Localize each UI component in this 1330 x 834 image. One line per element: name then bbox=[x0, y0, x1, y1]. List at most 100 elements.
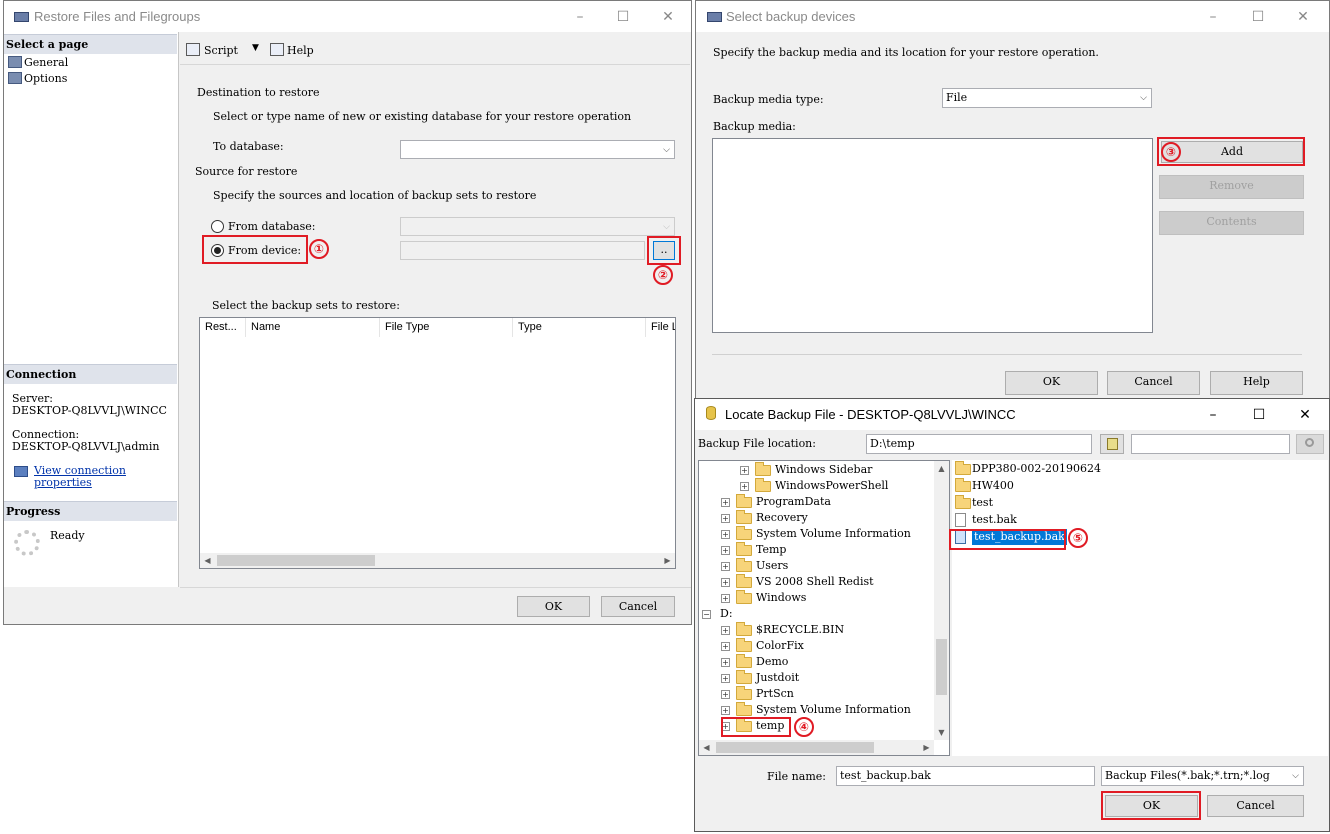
folder-icon bbox=[736, 526, 752, 540]
contents-button[interactable]: Contents bbox=[1159, 211, 1304, 235]
tree-item[interactable]: + ProgramData bbox=[699, 494, 934, 510]
expand-icon[interactable]: + bbox=[721, 514, 730, 523]
tree-item[interactable]: + Users bbox=[699, 558, 934, 574]
search-input[interactable] bbox=[1131, 434, 1290, 454]
help-icon bbox=[270, 43, 284, 56]
restore-ok-button[interactable]: OK bbox=[517, 596, 590, 617]
annotation-box-1 bbox=[202, 235, 308, 264]
tree-item[interactable]: + Demo bbox=[699, 654, 934, 670]
expand-icon[interactable]: + bbox=[721, 562, 730, 571]
expand-icon[interactable]: + bbox=[721, 706, 730, 715]
scroll-thumb[interactable] bbox=[217, 555, 375, 566]
from-database-radio[interactable] bbox=[211, 220, 224, 233]
file-list-label: test.bak bbox=[972, 513, 1017, 526]
tree-item[interactable]: + Temp bbox=[699, 542, 934, 558]
tree-item[interactable]: + System Volume Information bbox=[699, 702, 934, 718]
tree-vertical-scrollbar[interactable]: ▲ ▼ bbox=[934, 461, 949, 740]
tree-item[interactable]: + WindowsPowerShell bbox=[699, 478, 934, 494]
collapse-icon[interactable]: − bbox=[702, 610, 711, 619]
source-header: Source for restore bbox=[195, 165, 298, 178]
expand-icon[interactable]: + bbox=[721, 626, 730, 635]
backup-sets-grid[interactable]: Rest... Name File Type Type File L ◀ ▶ bbox=[199, 317, 676, 569]
expand-icon[interactable]: + bbox=[721, 674, 730, 683]
restore-toolbar: Script ▼ Help bbox=[180, 35, 690, 65]
expand-icon[interactable]: + bbox=[721, 642, 730, 651]
expand-icon[interactable]: + bbox=[721, 546, 730, 555]
minimize-icon[interactable]: – bbox=[1203, 7, 1223, 27]
view-connection-properties-link-2[interactable]: properties bbox=[34, 476, 92, 489]
scroll-left-icon[interactable]: ◀ bbox=[200, 553, 215, 568]
file-type-filter-select[interactable]: Backup Files(*.bak;*.trn;*.log ⌵ bbox=[1101, 766, 1304, 786]
script-dropdown-icon[interactable]: ▼ bbox=[252, 43, 259, 53]
help-button[interactable]: Help bbox=[287, 44, 314, 57]
file-list[interactable]: DPP380-002-20190624 HW400 test test.bak test… bbox=[952, 460, 1328, 756]
column-header-file-location[interactable]: File L bbox=[646, 318, 675, 337]
refresh-icon bbox=[1107, 438, 1118, 450]
close-icon[interactable]: ✕ bbox=[1293, 7, 1313, 27]
remove-media-button[interactable]: Remove bbox=[1159, 175, 1304, 199]
tree-item[interactable]: + VS 2008 Shell Redist bbox=[699, 574, 934, 590]
expand-icon[interactable]: + bbox=[721, 578, 730, 587]
chevron-down-icon: ⌵ bbox=[663, 222, 670, 232]
tree-item-label: WindowsPowerShell bbox=[775, 479, 889, 492]
scroll-thumb[interactable] bbox=[716, 742, 874, 753]
source-description: Specify the sources and location of back… bbox=[213, 189, 537, 202]
folder-tree[interactable]: + Windows Sidebar + WindowsPowerShell + Progr… bbox=[698, 460, 950, 756]
media-type-select[interactable]: File ⌵ bbox=[942, 88, 1152, 108]
expand-icon[interactable]: + bbox=[740, 466, 749, 475]
scroll-right-icon[interactable]: ▶ bbox=[919, 740, 934, 755]
devices-ok-button[interactable]: OK bbox=[1005, 371, 1098, 395]
tree-item[interactable]: + Justdoit bbox=[699, 670, 934, 686]
folder-icon bbox=[755, 462, 771, 476]
scroll-thumb[interactable] bbox=[936, 639, 947, 695]
maximize-icon[interactable]: ☐ bbox=[1248, 7, 1268, 27]
expand-icon[interactable]: + bbox=[721, 498, 730, 507]
select-page-header: Select a page bbox=[4, 34, 177, 54]
tree-horizontal-scrollbar[interactable]: ◀ ▶ bbox=[699, 740, 934, 755]
devices-help-button[interactable]: Help bbox=[1210, 371, 1303, 395]
minimize-icon[interactable]: – bbox=[570, 7, 590, 27]
column-header-name[interactable]: Name bbox=[246, 318, 380, 337]
scroll-left-icon[interactable]: ◀ bbox=[699, 740, 714, 755]
nav-item-general[interactable]: General bbox=[8, 56, 68, 69]
refresh-location-button[interactable] bbox=[1100, 434, 1124, 454]
tree-item[interactable]: − D: bbox=[699, 606, 934, 622]
tree-item[interactable]: + Windows Sidebar bbox=[699, 462, 934, 478]
column-header-file-type[interactable]: File Type bbox=[380, 318, 513, 337]
close-icon[interactable]: ✕ bbox=[658, 7, 678, 27]
column-header-restore[interactable]: Rest... bbox=[200, 318, 246, 337]
tree-item[interactable]: + System Volume Information bbox=[699, 526, 934, 542]
backup-media-list[interactable] bbox=[712, 138, 1153, 333]
tree-item[interactable]: + ColorFix bbox=[699, 638, 934, 654]
expand-icon[interactable]: + bbox=[721, 530, 730, 539]
search-button[interactable] bbox=[1296, 434, 1324, 454]
locate-cancel-button[interactable]: Cancel bbox=[1207, 795, 1304, 817]
restore-cancel-button[interactable]: Cancel bbox=[601, 596, 675, 617]
expand-icon[interactable]: + bbox=[721, 658, 730, 667]
close-icon[interactable]: ✕ bbox=[1295, 405, 1315, 425]
tree-item[interactable]: + Recovery bbox=[699, 510, 934, 526]
to-database-select[interactable]: ⌵ bbox=[400, 140, 675, 159]
maximize-icon[interactable]: ☐ bbox=[613, 7, 633, 27]
minimize-icon[interactable]: – bbox=[1203, 405, 1223, 425]
tree-item[interactable]: + $RECYCLE.BIN bbox=[699, 622, 934, 638]
nav-item-options[interactable]: Options bbox=[8, 72, 67, 85]
devices-cancel-button[interactable]: Cancel bbox=[1107, 371, 1200, 395]
tree-item[interactable]: + Windows bbox=[699, 590, 934, 606]
tree-item[interactable]: + PrtScn bbox=[699, 686, 934, 702]
expand-icon[interactable]: + bbox=[721, 690, 730, 699]
scroll-right-icon[interactable]: ▶ bbox=[660, 553, 675, 568]
scroll-up-icon[interactable]: ▲ bbox=[934, 461, 949, 476]
grid-horizontal-scrollbar[interactable]: ◀ ▶ bbox=[200, 553, 675, 568]
file-name-input[interactable]: test_backup.bak bbox=[836, 766, 1095, 786]
connection-properties-icon bbox=[14, 466, 28, 477]
expand-icon[interactable]: + bbox=[740, 482, 749, 491]
folder-icon bbox=[736, 574, 752, 588]
location-input[interactable]: D:\temp bbox=[866, 434, 1092, 454]
expand-icon[interactable]: + bbox=[721, 594, 730, 603]
maximize-icon[interactable]: ☐ bbox=[1249, 405, 1269, 425]
scroll-down-icon[interactable]: ▼ bbox=[934, 725, 949, 740]
column-header-type[interactable]: Type bbox=[513, 318, 646, 337]
script-button[interactable]: Script bbox=[204, 44, 238, 57]
from-database-select[interactable]: ⌵ bbox=[400, 217, 675, 236]
